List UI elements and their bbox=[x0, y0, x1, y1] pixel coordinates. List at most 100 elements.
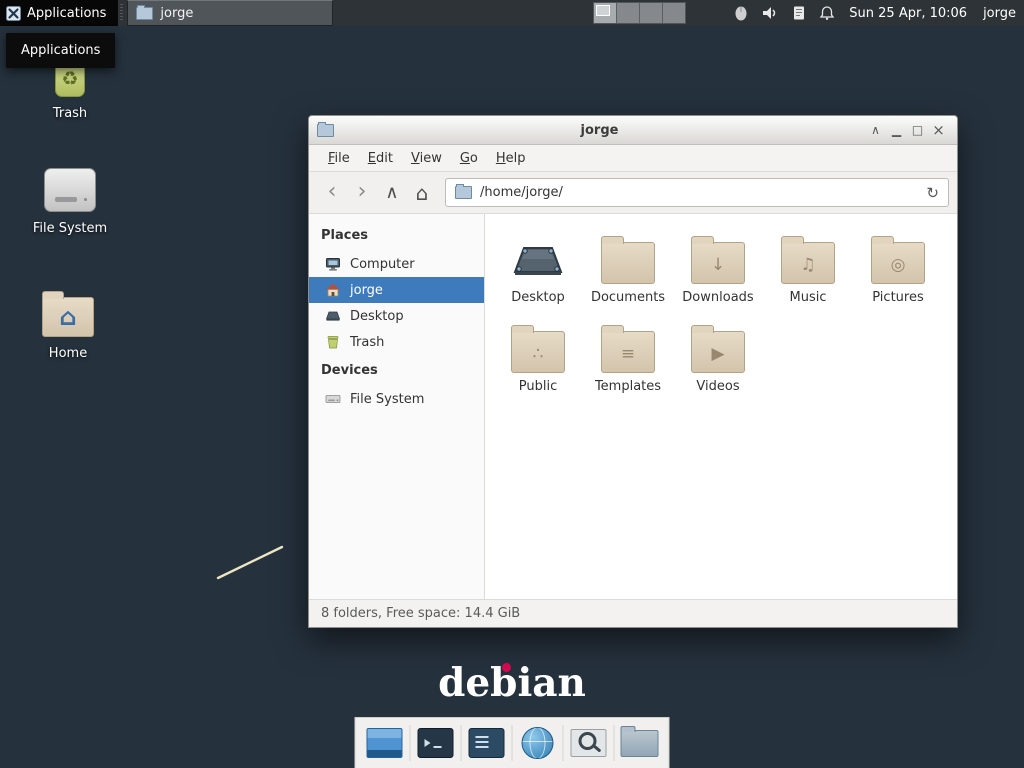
file-item-public[interactable]: ∴ Public bbox=[493, 321, 583, 394]
download-emblem-icon: ↓ bbox=[692, 246, 744, 283]
window-body: Places Computer jo bbox=[309, 214, 957, 599]
up-button[interactable]: ∧ bbox=[377, 179, 407, 207]
sidebar-devices-header: Devices bbox=[309, 355, 484, 386]
desktop-icon bbox=[325, 308, 341, 324]
console-icon bbox=[469, 728, 505, 758]
file-label: Public bbox=[519, 379, 557, 394]
desktop-icon-label: Home bbox=[49, 346, 87, 361]
debian-wordmark: debian bbox=[438, 660, 586, 706]
panel-user-menu[interactable]: jorge bbox=[983, 6, 1016, 21]
file-label: Templates bbox=[595, 379, 661, 394]
debian-logo: debian bbox=[0, 660, 1024, 706]
folder-icon: ≡ bbox=[601, 331, 655, 373]
dock-separator bbox=[461, 725, 462, 761]
dock-item-terminal[interactable] bbox=[414, 721, 458, 765]
file-item-documents[interactable]: Documents bbox=[583, 232, 673, 305]
taskbar-item-label: jorge bbox=[160, 6, 193, 21]
file-label: Downloads bbox=[682, 290, 753, 305]
dock-item-application-finder[interactable] bbox=[567, 721, 611, 765]
shade-button[interactable]: ∧ bbox=[865, 123, 886, 137]
desktop: Applications jorge bbox=[0, 0, 1024, 768]
desktop-icon-file-system[interactable]: File System bbox=[18, 168, 122, 236]
dock-separator bbox=[512, 725, 513, 761]
workspace-pager[interactable] bbox=[593, 2, 686, 24]
path-text[interactable]: /home/jorge/ bbox=[480, 185, 918, 200]
file-item-pictures[interactable]: ◎ Pictures bbox=[853, 232, 943, 305]
mouse-icon[interactable] bbox=[734, 5, 748, 21]
terminal-icon bbox=[418, 728, 454, 758]
video-emblem-icon: ▶ bbox=[692, 335, 744, 372]
menu-go[interactable]: Go bbox=[451, 148, 487, 169]
window-title: jorge bbox=[334, 123, 865, 138]
sidebar: Places Computer jo bbox=[309, 214, 485, 599]
sidebar-item-desktop[interactable]: Desktop bbox=[309, 303, 484, 329]
file-list: Desktop Documents ↓ Downloads ♫ Music bbox=[485, 214, 957, 599]
home-button[interactable]: ⌂ bbox=[407, 179, 437, 207]
panel-clock[interactable]: Sun 25 Apr, 10:06 bbox=[849, 6, 967, 21]
globe-icon bbox=[522, 727, 554, 759]
menu-edit[interactable]: Edit bbox=[359, 148, 402, 169]
applications-tooltip: Applications bbox=[6, 33, 115, 68]
folder-emblem bbox=[602, 246, 654, 283]
sidebar-item-computer[interactable]: Computer bbox=[309, 251, 484, 277]
close-button[interactable]: × bbox=[928, 121, 949, 139]
sidebar-item-file-system[interactable]: File System bbox=[309, 386, 484, 412]
window-titlebar[interactable]: jorge ∧ ▁ □ × bbox=[309, 116, 957, 145]
path-entry[interactable]: /home/jorge/ ↻ bbox=[445, 178, 949, 207]
file-label: Videos bbox=[696, 379, 739, 394]
dock-item-desktop[interactable] bbox=[363, 721, 407, 765]
file-item-downloads[interactable]: ↓ Downloads bbox=[673, 232, 763, 305]
file-label: Pictures bbox=[872, 290, 923, 305]
reload-icon[interactable]: ↻ bbox=[926, 184, 939, 202]
dock-item-console[interactable] bbox=[465, 721, 509, 765]
file-item-videos[interactable]: ▶ Videos bbox=[673, 321, 763, 394]
file-label: Documents bbox=[591, 290, 665, 305]
workspace-1[interactable] bbox=[594, 3, 616, 23]
applications-menu-button[interactable]: Applications bbox=[0, 0, 118, 26]
file-manager-window: jorge ∧ ▁ □ × File Edit View Go Help ‹ ›… bbox=[308, 115, 958, 628]
forward-button[interactable]: › bbox=[347, 177, 377, 208]
dock-separator bbox=[614, 725, 615, 761]
music-emblem-icon: ♫ bbox=[782, 246, 834, 283]
back-button[interactable]: ‹ bbox=[317, 177, 347, 208]
home-folder-icon: ⌂ bbox=[42, 297, 94, 337]
menu-help[interactable]: Help bbox=[487, 148, 535, 169]
panel-separator bbox=[120, 4, 123, 22]
notes-icon[interactable] bbox=[792, 5, 806, 21]
file-item-templates[interactable]: ≡ Templates bbox=[583, 321, 673, 394]
minimize-button[interactable]: ▁ bbox=[886, 123, 907, 137]
dock bbox=[355, 717, 670, 768]
notifications-bell-icon[interactable] bbox=[819, 5, 835, 21]
workspace-3[interactable] bbox=[639, 3, 662, 23]
window-icon bbox=[317, 124, 334, 137]
magnifier-icon bbox=[571, 729, 607, 757]
sidebar-places-header: Places bbox=[309, 220, 484, 251]
folder-icon bbox=[136, 7, 153, 20]
workspace-window-preview bbox=[596, 5, 610, 16]
file-item-music[interactable]: ♫ Music bbox=[763, 232, 853, 305]
taskbar-item-jorge[interactable]: jorge bbox=[127, 0, 333, 26]
menu-view[interactable]: View bbox=[402, 148, 451, 169]
desktop-icon-label: Trash bbox=[53, 106, 87, 121]
sidebar-item-label: Desktop bbox=[350, 309, 404, 324]
applications-menu-label: Applications bbox=[27, 6, 106, 21]
maximize-button[interactable]: □ bbox=[907, 123, 928, 137]
desktop-icon-home[interactable]: ⌂ Home bbox=[16, 290, 120, 361]
sidebar-item-label: jorge bbox=[350, 283, 383, 298]
workspace-4[interactable] bbox=[662, 3, 685, 23]
file-item-desktop[interactable]: Desktop bbox=[493, 232, 583, 305]
menu-file[interactable]: File bbox=[319, 148, 359, 169]
status-text: 8 folders, Free space: 14.4 GiB bbox=[321, 606, 520, 621]
menubar: File Edit View Go Help bbox=[309, 145, 957, 172]
dock-item-web-browser[interactable] bbox=[516, 721, 560, 765]
volume-icon[interactable] bbox=[761, 5, 779, 21]
folder-icon bbox=[621, 730, 659, 757]
sidebar-item-label: Trash bbox=[350, 335, 384, 350]
workspace-2[interactable] bbox=[616, 3, 639, 23]
sidebar-item-trash[interactable]: Trash bbox=[309, 329, 484, 355]
trash-icon bbox=[325, 334, 341, 350]
dock-item-file-manager[interactable] bbox=[618, 721, 662, 765]
folder-icon: ↓ bbox=[691, 242, 745, 284]
sidebar-item-jorge[interactable]: jorge bbox=[309, 277, 484, 303]
camera-emblem-icon: ◎ bbox=[872, 246, 924, 283]
